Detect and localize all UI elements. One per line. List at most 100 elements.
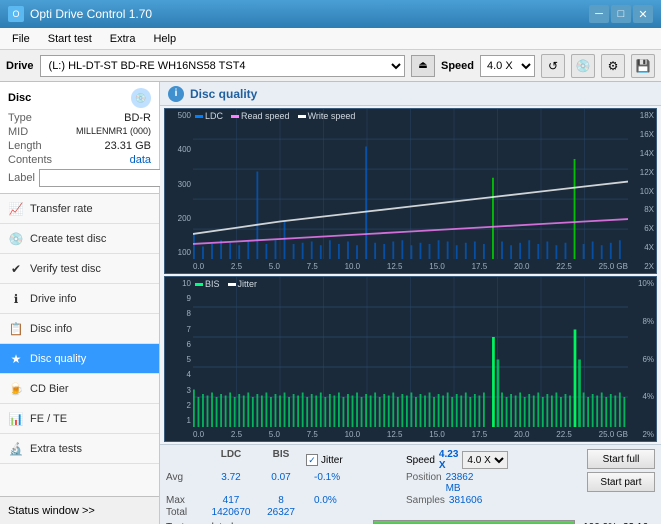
content-area: i Disc quality LDC Read speed Write spee… xyxy=(160,82,661,524)
max-bis: 8 xyxy=(256,495,306,506)
sidebar-item-transfer-rate[interactable]: 📈 Transfer rate xyxy=(0,194,159,224)
avg-jitter: -0.1% xyxy=(306,472,406,494)
speed-measured: 4.23 X xyxy=(439,449,458,471)
sidebar-item-fe-te-label: FE / TE xyxy=(30,413,67,425)
charts-container: LDC Read speed Write speed 5004003002001… xyxy=(160,106,661,444)
samples-value: 381606 xyxy=(449,495,482,506)
jitter-checkbox[interactable]: ✓ xyxy=(306,454,318,466)
refresh-button[interactable]: ↺ xyxy=(541,54,565,78)
chart1-y-axis-right: 18X16X14X12X10X8X6X4X2X xyxy=(628,109,656,273)
menu-start-test[interactable]: Start test xyxy=(40,31,100,47)
sidebar-item-drive-info-label: Drive info xyxy=(30,293,76,305)
sidebar-item-create-test-disc[interactable]: 💿 Create test disc xyxy=(0,224,159,254)
nav-items: 📈 Transfer rate 💿 Create test disc ✔ Ver… xyxy=(0,194,159,496)
transfer-rate-icon: 📈 xyxy=(8,201,24,217)
sidebar-item-extra-tests[interactable]: 🔬 Extra tests xyxy=(0,434,159,464)
position-value: 23862 MB xyxy=(446,472,486,494)
progress-row: Test completed 100.0% 33:16 xyxy=(166,520,655,524)
avg-bis: 0.07 xyxy=(256,472,306,494)
disc-quality-icon: ★ xyxy=(8,351,24,367)
ldc-col-header: LDC xyxy=(206,449,256,471)
chart2-y-axis-left: 10987654321 xyxy=(165,277,193,427)
sidebar-item-fe-te[interactable]: 📊 FE / TE xyxy=(0,404,159,434)
sidebar-item-cd-bier[interactable]: 🍺 CD Bier xyxy=(0,374,159,404)
sidebar-item-cd-bier-label: CD Bier xyxy=(30,383,69,395)
chart2-legend: BIS Jitter xyxy=(195,279,257,289)
sidebar-item-disc-quality-label: Disc quality xyxy=(30,353,86,365)
extra-tests-icon: 🔬 xyxy=(8,441,24,457)
disc-type-value: BD-R xyxy=(124,112,151,124)
avg-row-label: Avg xyxy=(166,472,206,494)
menu-help[interactable]: Help xyxy=(145,31,184,47)
disc-mid-value: MILLENMR1 (000) xyxy=(76,126,151,138)
disc-type-label: Type xyxy=(8,112,32,124)
sidebar-item-extra-tests-label: Extra tests xyxy=(30,443,82,455)
disc-title: Disc xyxy=(8,92,31,104)
avg-ldc: 3.72 xyxy=(206,472,256,494)
bis-col-header: BIS xyxy=(256,449,306,471)
quality-header: i Disc quality xyxy=(160,82,661,106)
sidebar-item-disc-info[interactable]: 📋 Disc info xyxy=(0,314,159,344)
create-test-disc-icon: 💿 xyxy=(8,231,24,247)
disc-panel-icon: 💿 xyxy=(131,88,151,108)
drive-select[interactable]: (L:) HL-DT-ST BD-RE WH16NS58 TST4 xyxy=(40,55,405,77)
disc-icon-button[interactable]: 💿 xyxy=(571,54,595,78)
chart1-legend: LDC Read speed Write speed xyxy=(195,111,355,121)
menu-extra[interactable]: Extra xyxy=(102,31,144,47)
verify-test-disc-icon: ✔ xyxy=(8,261,24,277)
disc-length-value: 23.31 GB xyxy=(105,140,151,152)
start-full-button[interactable]: Start full xyxy=(587,449,655,469)
menubar: File Start test Extra Help xyxy=(0,28,661,50)
samples-info: Samples 381606 xyxy=(406,495,486,506)
minimize-button[interactable]: ─ xyxy=(589,5,609,23)
status-window-label: Status window >> xyxy=(8,505,95,517)
jitter-checkbox-row: ✓ Jitter xyxy=(306,449,406,471)
samples-label: Samples xyxy=(406,495,445,506)
progress-bar xyxy=(373,520,576,524)
disc-mid-label: MID xyxy=(8,126,28,138)
main-layout: Disc 💿 Type BD-R MID MILLENMR1 (000) Len… xyxy=(0,82,661,524)
speed-label: Speed xyxy=(406,455,435,466)
chart2-x-axis: 0.02.55.07.510.012.515.017.520.022.525.0… xyxy=(193,427,628,441)
max-jitter: 0.0% xyxy=(306,495,406,506)
close-button[interactable]: ✕ xyxy=(633,5,653,23)
sidebar-item-disc-info-label: Disc info xyxy=(30,323,72,335)
speed-result-select[interactable]: 4.0 X xyxy=(462,451,508,469)
drive-label: Drive xyxy=(6,60,34,72)
sidebar-item-verify-test-disc[interactable]: ✔ Verify test disc xyxy=(0,254,159,284)
sidebar: Disc 💿 Type BD-R MID MILLENMR1 (000) Len… xyxy=(0,82,160,524)
total-ldc: 1420670 xyxy=(206,507,256,518)
drive-info-icon: ℹ xyxy=(8,291,24,307)
chart-bis: BIS Jitter 10987654321 10%8%6%4%2% xyxy=(164,276,657,442)
settings-button[interactable]: ⚙ xyxy=(601,54,625,78)
max-row-label: Max xyxy=(166,495,206,506)
sidebar-item-create-test-disc-label: Create test disc xyxy=(30,233,106,245)
disc-info-icon: 📋 xyxy=(8,321,24,337)
maximize-button[interactable]: □ xyxy=(611,5,631,23)
position-label: Position xyxy=(406,472,442,494)
menu-file[interactable]: File xyxy=(4,31,38,47)
stats-bar: LDC BIS ✓ Jitter Speed 4.23 X 4.0 X xyxy=(160,444,661,524)
disc-contents-label: Contents xyxy=(8,154,52,166)
max-ldc: 417 xyxy=(206,495,256,506)
disc-label-input[interactable] xyxy=(39,169,177,187)
sidebar-item-drive-info[interactable]: ℹ Drive info xyxy=(0,284,159,314)
window-controls: ─ □ ✕ xyxy=(589,5,653,23)
eject-button[interactable]: ⏏ xyxy=(411,55,435,77)
total-row-label: Total xyxy=(166,507,206,518)
jitter-label: Jitter xyxy=(321,455,343,466)
sidebar-item-disc-quality[interactable]: ★ Disc quality xyxy=(0,344,159,374)
disc-label-label: Label xyxy=(8,172,35,184)
app-title: Opti Drive Control 1.70 xyxy=(30,7,152,21)
speed-label: Speed xyxy=(441,60,474,72)
position-info: Position 23862 MB xyxy=(406,472,486,494)
save-button[interactable]: 💾 xyxy=(631,54,655,78)
sidebar-item-transfer-rate-label: Transfer rate xyxy=(30,203,93,215)
quality-title: Disc quality xyxy=(190,87,257,101)
chart2-y-axis-right: 10%8%6%4%2% xyxy=(628,277,656,441)
start-part-button[interactable]: Start part xyxy=(587,472,655,492)
disc-contents-value: data xyxy=(130,154,151,166)
chart1-y-axis-left: 500400300200100 xyxy=(165,109,193,259)
status-window-nav[interactable]: Status window >> xyxy=(0,496,159,524)
speed-select[interactable]: 4.0 X 1.0 X 2.0 X 8.0 X xyxy=(480,55,535,77)
